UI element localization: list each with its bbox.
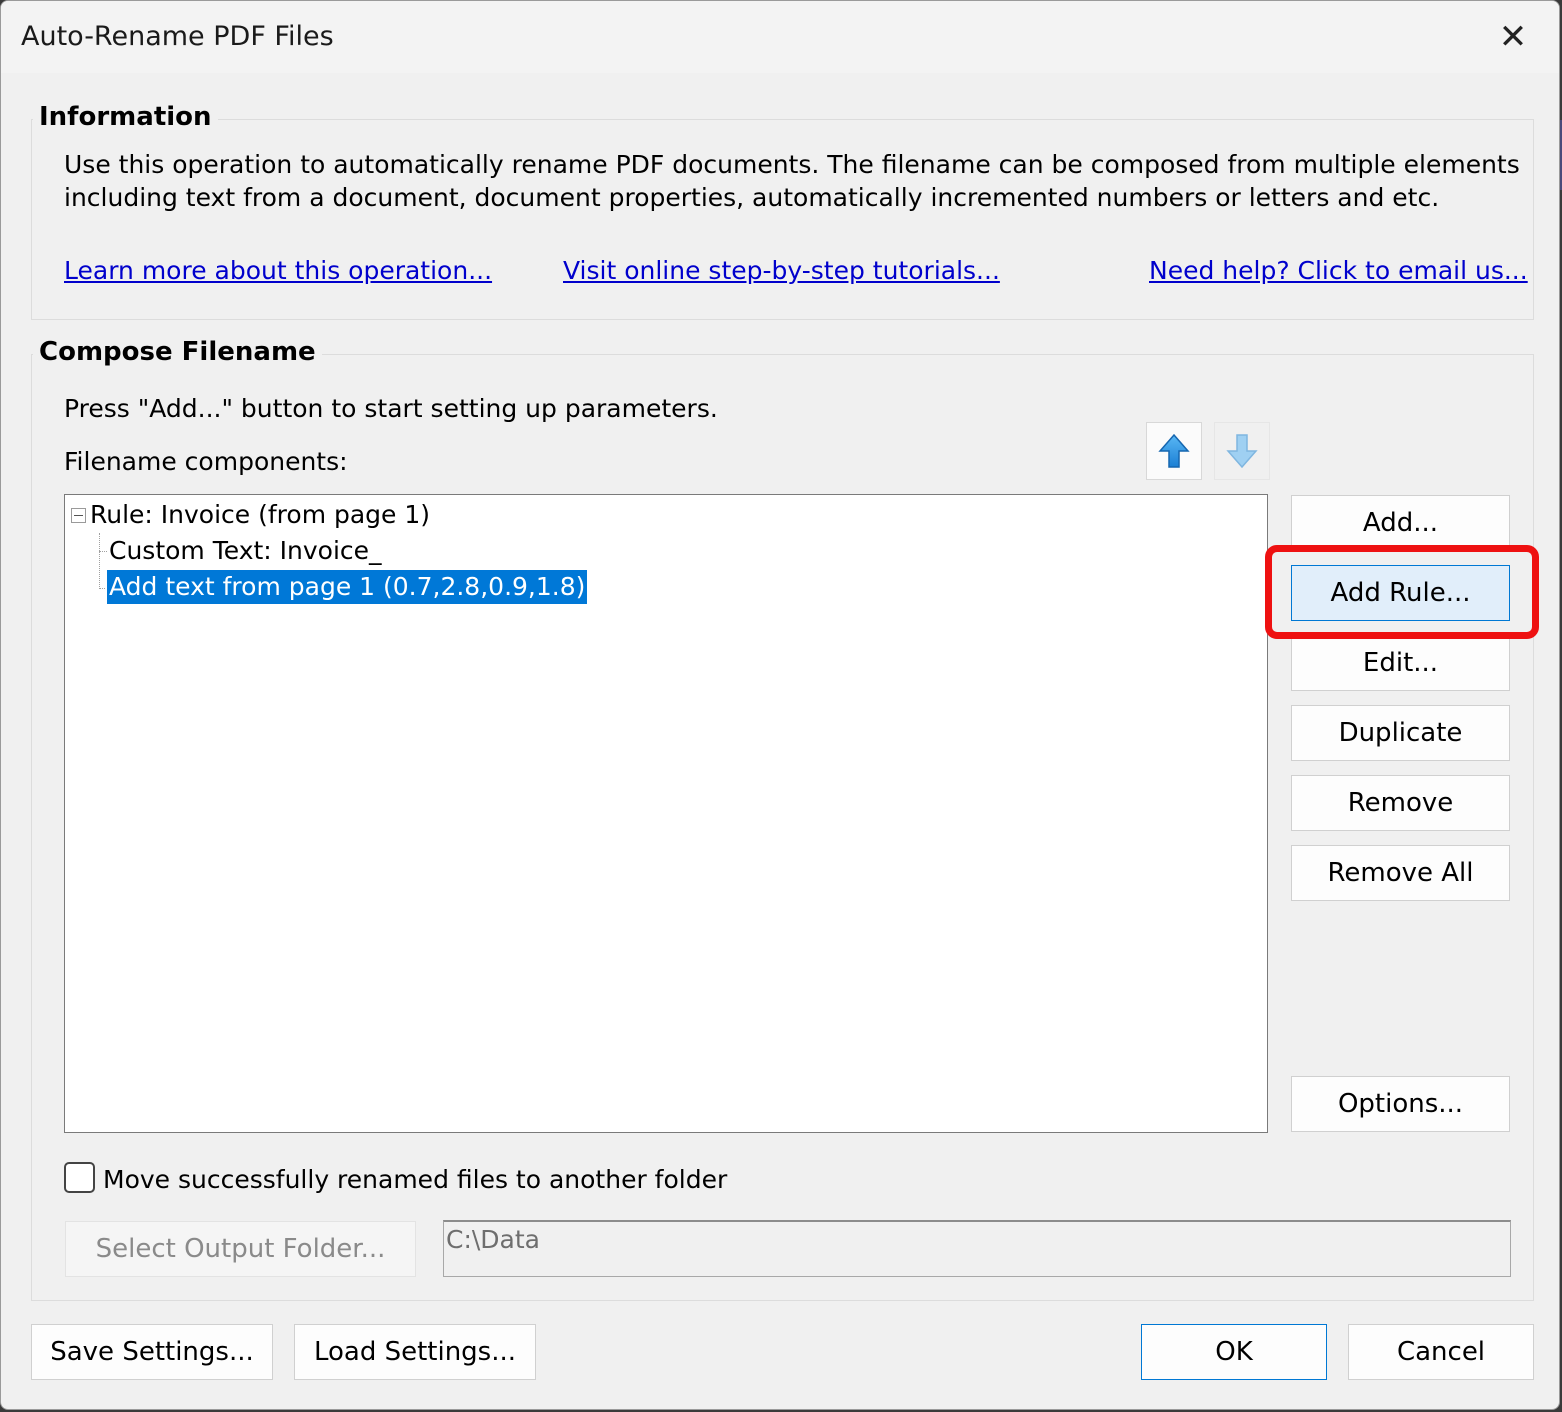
information-description-line1: Use this operation to automatically rena… <box>64 150 1520 179</box>
cancel-button[interactable]: Cancel <box>1348 1324 1534 1380</box>
filename-components-label: Filename components: <box>64 447 348 476</box>
tutorials-link[interactable]: Visit online step-by-step tutorials... <box>563 256 1000 285</box>
auto-rename-dialog: Auto-Rename PDF Files ✕ Information Use … <box>0 0 1560 1410</box>
tree-connector-horizontal <box>99 588 107 589</box>
save-settings-button[interactable]: Save Settings... <box>31 1324 273 1380</box>
tree-connector-horizontal <box>99 551 107 552</box>
arrow-up-icon <box>1158 433 1190 468</box>
learn-more-link[interactable]: Learn more about this operation... <box>64 256 492 285</box>
arrow-down-icon <box>1226 434 1258 469</box>
move-files-label[interactable]: Move successfully renamed files to anoth… <box>103 1163 727 1196</box>
add-rule-button[interactable]: Add Rule... <box>1291 565 1510 621</box>
information-description-line2: including text from a document, document… <box>64 183 1440 212</box>
filename-components-tree[interactable]: Rule: Invoice (from page 1) Custom Text:… <box>64 494 1268 1133</box>
ok-button[interactable]: OK <box>1141 1324 1327 1380</box>
options-button[interactable]: Options... <box>1291 1076 1510 1132</box>
compose-filename-heading: Compose Filename <box>33 337 322 367</box>
move-up-button[interactable] <box>1146 422 1202 480</box>
select-output-folder-button[interactable]: Select Output Folder... <box>65 1221 416 1277</box>
tree-item-page-text[interactable]: Add text from page 1 (0.7,2.8,0.9,1.8) <box>105 569 589 605</box>
window-title: Auto-Rename PDF Files <box>21 21 334 52</box>
tree-item-rule[interactable]: Rule: Invoice (from page 1) <box>90 498 430 532</box>
collapse-icon[interactable] <box>71 508 86 523</box>
information-heading: Information <box>33 102 218 132</box>
help-email-link[interactable]: Need help? Click to email us... <box>1149 256 1528 285</box>
load-settings-button[interactable]: Load Settings... <box>294 1324 536 1380</box>
add-button[interactable]: Add... <box>1291 495 1510 551</box>
duplicate-button[interactable]: Duplicate <box>1291 705 1510 761</box>
edit-button[interactable]: Edit... <box>1291 635 1510 691</box>
tree-item-custom-text[interactable]: Custom Text: Invoice_ <box>109 534 382 568</box>
remove-button[interactable]: Remove <box>1291 775 1510 831</box>
compose-instruction: Press "Add..." button to start setting u… <box>64 394 718 423</box>
title-bar: Auto-Rename PDF Files ✕ <box>1 1 1559 73</box>
tree-connector-vertical <box>99 533 100 589</box>
output-folder-path-field[interactable]: C:\Data <box>443 1220 1511 1277</box>
close-icon[interactable]: ✕ <box>1477 9 1549 65</box>
move-down-button[interactable] <box>1214 422 1270 480</box>
remove-all-button[interactable]: Remove All <box>1291 845 1510 901</box>
move-files-checkbox[interactable] <box>64 1162 95 1193</box>
